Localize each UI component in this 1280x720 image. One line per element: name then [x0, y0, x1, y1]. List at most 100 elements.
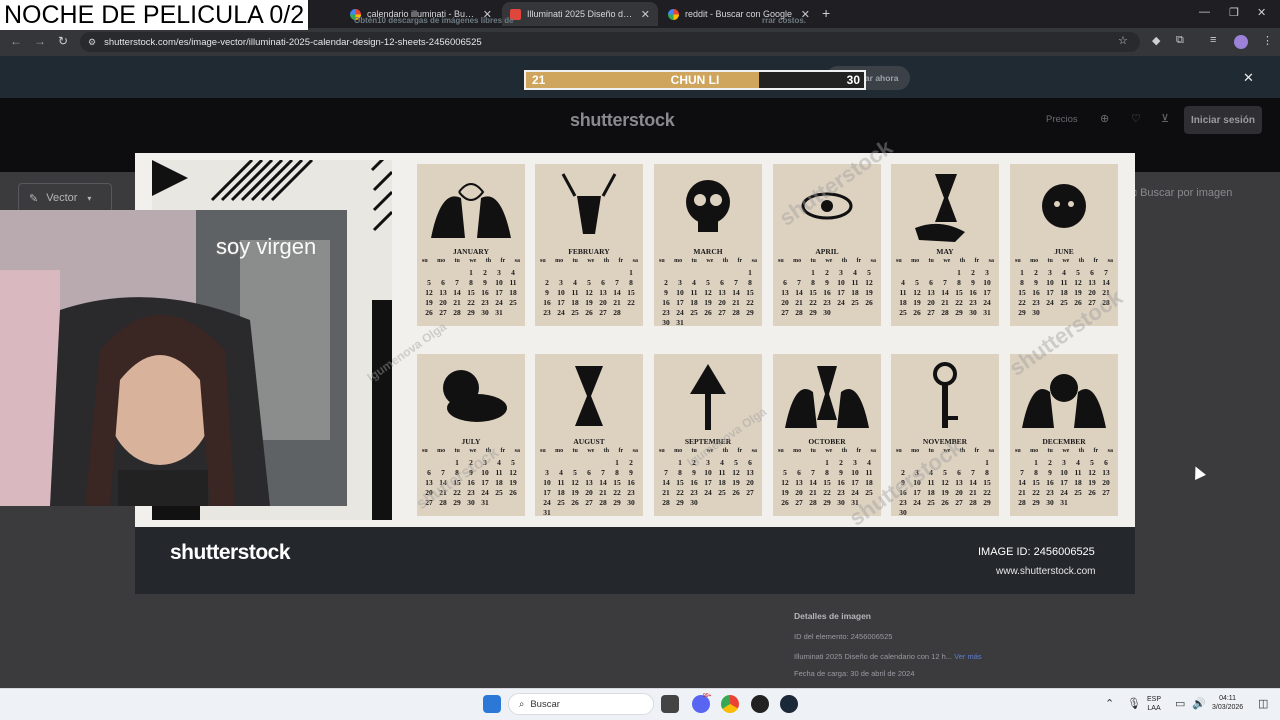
media-list-icon[interactable]: ≡ [1210, 34, 1216, 46]
tab-shutterstock[interactable]: Illuminati 2025 Diseño de calendario ✕ [502, 2, 658, 26]
new-tab-button[interactable]: + [822, 5, 830, 21]
day-number: 28 [453, 308, 461, 317]
profile-avatar[interactable] [1234, 35, 1248, 49]
day-number: 22 [467, 298, 475, 307]
day-number: 2 [825, 268, 829, 277]
day-number: 6 [783, 278, 787, 287]
chrome-icon[interactable] [721, 695, 739, 713]
day-number: 13 [585, 478, 593, 487]
windows-start-icon[interactable] [483, 695, 501, 713]
login-button[interactable]: Iniciar sesión [1184, 106, 1262, 134]
day-number: 9 [839, 468, 843, 477]
pricing-menu[interactable]: Precios [1046, 114, 1078, 125]
volume-icon[interactable]: 🔊 [1192, 697, 1206, 710]
day-number: 15 [627, 288, 635, 297]
language-indicator[interactable]: ESP LAA [1147, 695, 1161, 713]
restore-icon[interactable]: ❐ [1229, 6, 1239, 19]
day-number: 18 [571, 298, 579, 307]
day-number: 18 [865, 478, 873, 487]
extensions-puzzle-icon[interactable]: ⧉ [1176, 34, 1184, 47]
see-more-link[interactable]: Ver más [954, 652, 982, 661]
day-number: 15 [676, 478, 684, 487]
cart-icon[interactable]: ⊻ [1161, 112, 1169, 125]
day-number: 8 [469, 278, 473, 287]
close-icon[interactable]: ✕ [1243, 70, 1254, 86]
day-number: 28 [969, 498, 977, 507]
day-number: 28 [1102, 298, 1110, 307]
day-number: 13 [599, 288, 607, 297]
image-description: Illuminati 2025 Diseño de calendario con… [794, 652, 982, 661]
day-number: 4 [559, 468, 563, 477]
hourglass-hand-icon [915, 174, 965, 242]
day-number: 15 [809, 288, 817, 297]
day-number: 14 [599, 478, 607, 487]
footer-url: www.shutterstock.com [996, 566, 1096, 577]
day-number: 27 [795, 498, 803, 507]
menu-dots-icon[interactable]: ⋮ [1262, 34, 1273, 47]
day-number: 12 [1074, 278, 1082, 287]
day-number: 7 [455, 278, 459, 287]
file-explorer-icon[interactable] [661, 695, 679, 713]
weekday-header: su mo tu we th fr sa [540, 448, 638, 454]
taskbar-search[interactable]: ⌕ Buscar [508, 693, 654, 715]
day-number: 1 [985, 458, 989, 467]
clock[interactable]: 04:11 3/03/2026 [1212, 694, 1243, 712]
calendar-month-february: FEBRUARY su mo tu we th fr sa 1 2 3 4 5 6 7 8 9 10 11 12 13 1… [535, 164, 643, 326]
reload-icon[interactable]: ↻ [58, 34, 68, 48]
day-number: 6 [441, 278, 445, 287]
day-number: 2 [692, 458, 696, 467]
day-number: 7 [664, 468, 668, 477]
chevron-up-icon[interactable]: ⌃ [1105, 697, 1114, 710]
day-number: 30 [481, 308, 489, 317]
day-number: 2 [629, 458, 633, 467]
day-number: 17 [851, 478, 859, 487]
notifications-icon[interactable]: ◫ [1258, 697, 1268, 710]
search-by-image-button[interactable]: ⧈ Buscar por imagen [1130, 187, 1232, 200]
day-number: 6 [1104, 458, 1108, 467]
day-number: 8 [629, 278, 633, 287]
day-number: 17 [495, 288, 503, 297]
day-number: 30 [467, 498, 475, 507]
heart-icon[interactable]: ♡ [1131, 112, 1141, 125]
day-number: 19 [1074, 288, 1082, 297]
minimize-icon[interactable]: — [1199, 6, 1210, 18]
day-number: 7 [811, 468, 815, 477]
close-icon[interactable]: ✕ [641, 8, 650, 21]
forward-arrow-icon[interactable]: → [34, 34, 46, 48]
day-number: 27 [439, 308, 447, 317]
address-bar[interactable]: ⚙ shutterstock.com/es/image-vector/illum… [80, 32, 1140, 52]
day-number: 6 [1090, 268, 1094, 277]
window-close-icon[interactable]: ✕ [1257, 6, 1266, 19]
shutterstock-logo[interactable]: shutterstock [570, 110, 675, 131]
day-number: 24 [543, 498, 551, 507]
day-number: 9 [901, 478, 905, 487]
site-info-icon[interactable]: ⚙ [88, 37, 96, 48]
day-number: 20 [781, 298, 789, 307]
day-number: 3 [915, 468, 919, 477]
day-number: 17 [676, 298, 684, 307]
globe-icon[interactable]: ⊕ [1100, 112, 1109, 125]
day-number: 16 [690, 478, 698, 487]
network-icon[interactable]: ▭ [1175, 697, 1185, 710]
obs-icon[interactable] [751, 695, 769, 713]
day-number: 2 [901, 468, 905, 477]
day-number: 18 [690, 298, 698, 307]
day-number: 17 [543, 488, 551, 497]
day-number: 4 [867, 458, 871, 467]
day-number: 9 [629, 468, 633, 477]
microphone-icon[interactable]: 🎙 [1127, 697, 1141, 710]
extension-diamond-icon[interactable]: ◆ [1152, 34, 1160, 47]
eye-icon [801, 192, 853, 220]
day-grid: 1 2 3 4 5 6 7 8 9 10 11 12 13 14 15 16 17 18 19 20 21 22 23 24 2… [659, 458, 757, 507]
day-number: 4 [929, 468, 933, 477]
steam-icon[interactable] [780, 695, 798, 713]
bookmark-star-icon[interactable]: ☆ [1118, 34, 1128, 47]
day-number: 7 [797, 278, 801, 287]
back-arrow-icon[interactable]: ← [10, 34, 22, 48]
day-number: 18 [927, 488, 935, 497]
day-number: 9 [664, 288, 668, 297]
day-number: 2 [483, 268, 487, 277]
day-number: 25 [899, 308, 907, 317]
vector-filter-dropdown[interactable]: ✎ Vector ▾ [18, 183, 112, 213]
day-number: 27 [585, 498, 593, 507]
